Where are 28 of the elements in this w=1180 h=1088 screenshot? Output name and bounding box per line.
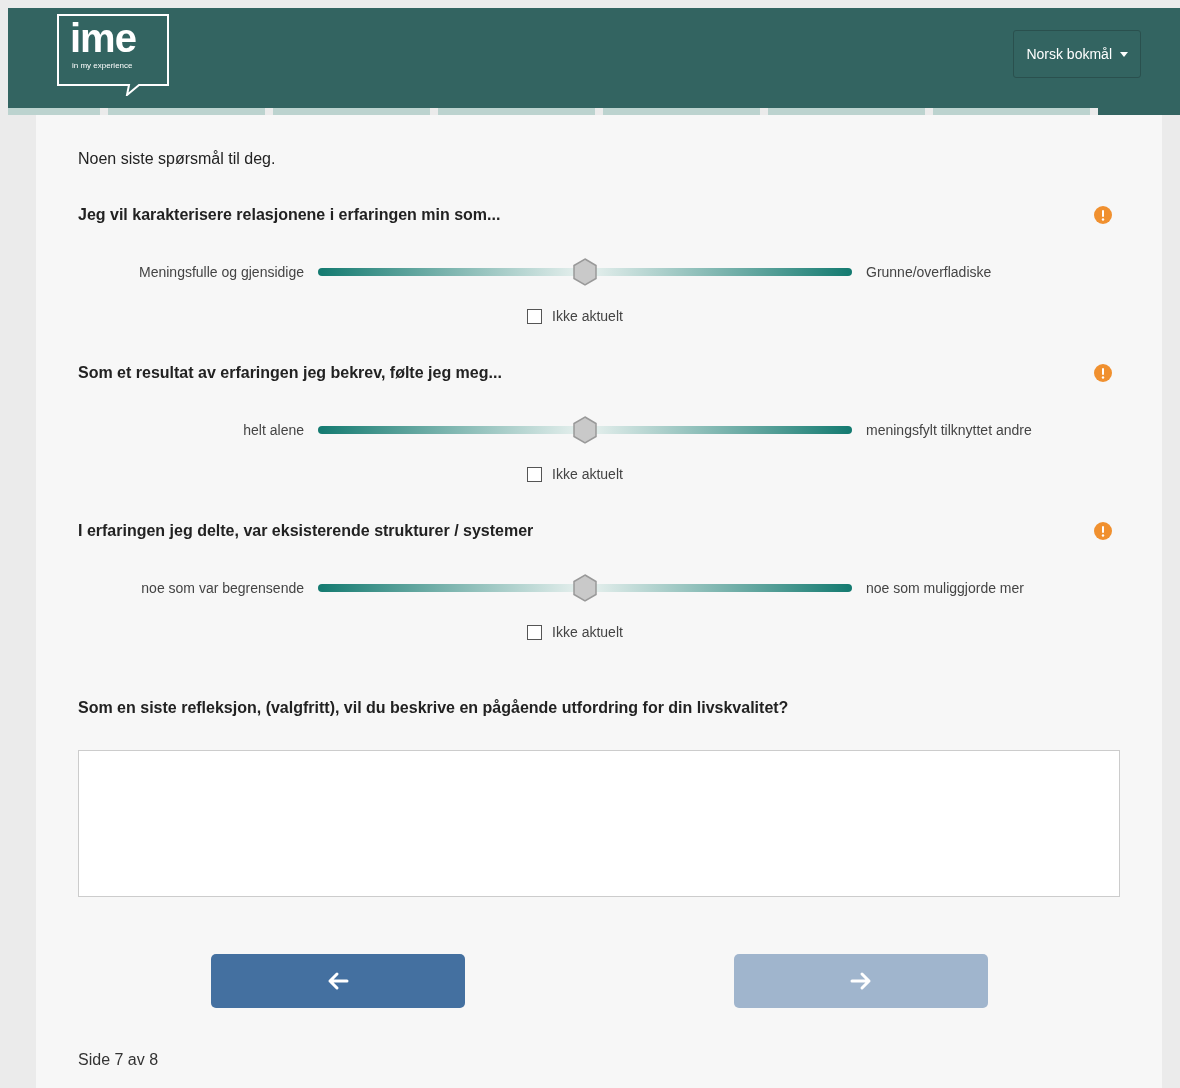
checkbox[interactable] [527, 467, 543, 482]
question-title: Som et resultat av erfaringen jeg bekrev, følte jeg meg... [78, 363, 502, 383]
slider-right-label: meningsfylt tilknyttet andre [865, 420, 1032, 440]
arrow-right-icon [850, 971, 872, 991]
language-dropdown[interactable]: Norsk bokmål [1013, 30, 1141, 78]
slider-thumb[interactable] [572, 574, 598, 602]
logo[interactable]: ime in my experience [57, 14, 169, 96]
caret-icon [1120, 51, 1128, 57]
slider-right-label: Grunne/overfladiske [865, 262, 992, 282]
checkbox[interactable] [527, 309, 543, 324]
logo-mark: ime [70, 15, 136, 61]
checkbox-label: Ikke aktuelt [552, 307, 623, 326]
arrow-left-icon [327, 971, 349, 991]
question-title: Jeg vil karakterisere relasjonene i erfaringen min som... [78, 205, 501, 225]
slider-left-label: noe som var begrensende [140, 578, 305, 598]
logo-tagline: in my experience [72, 61, 133, 71]
page-indicator: Side 7 av 8 [78, 1050, 160, 1070]
slider-left-label: Meningsfulle og gjensidige [138, 262, 305, 282]
slider-left-label: helt alene [242, 420, 305, 440]
checkbox-label: Ikke aktuelt [552, 465, 623, 484]
question-title: Som en siste refleksjon, (valgfritt), vil du beskrive en pågående utfordring for din livskvalitet? [78, 698, 790, 718]
slider-thumb[interactable] [572, 258, 598, 286]
intro-text: Noen siste spørsmål til deg. [78, 149, 277, 169]
checkbox-label: Ikke aktuelt [552, 623, 623, 642]
slider-thumb[interactable] [572, 416, 598, 444]
slider-right-label: noe som muliggjorde mer [865, 578, 1024, 598]
question-title: I erfaringen jeg delte, var eksisterende strukturer / systemer [78, 521, 534, 541]
checkbox[interactable] [527, 625, 543, 640]
